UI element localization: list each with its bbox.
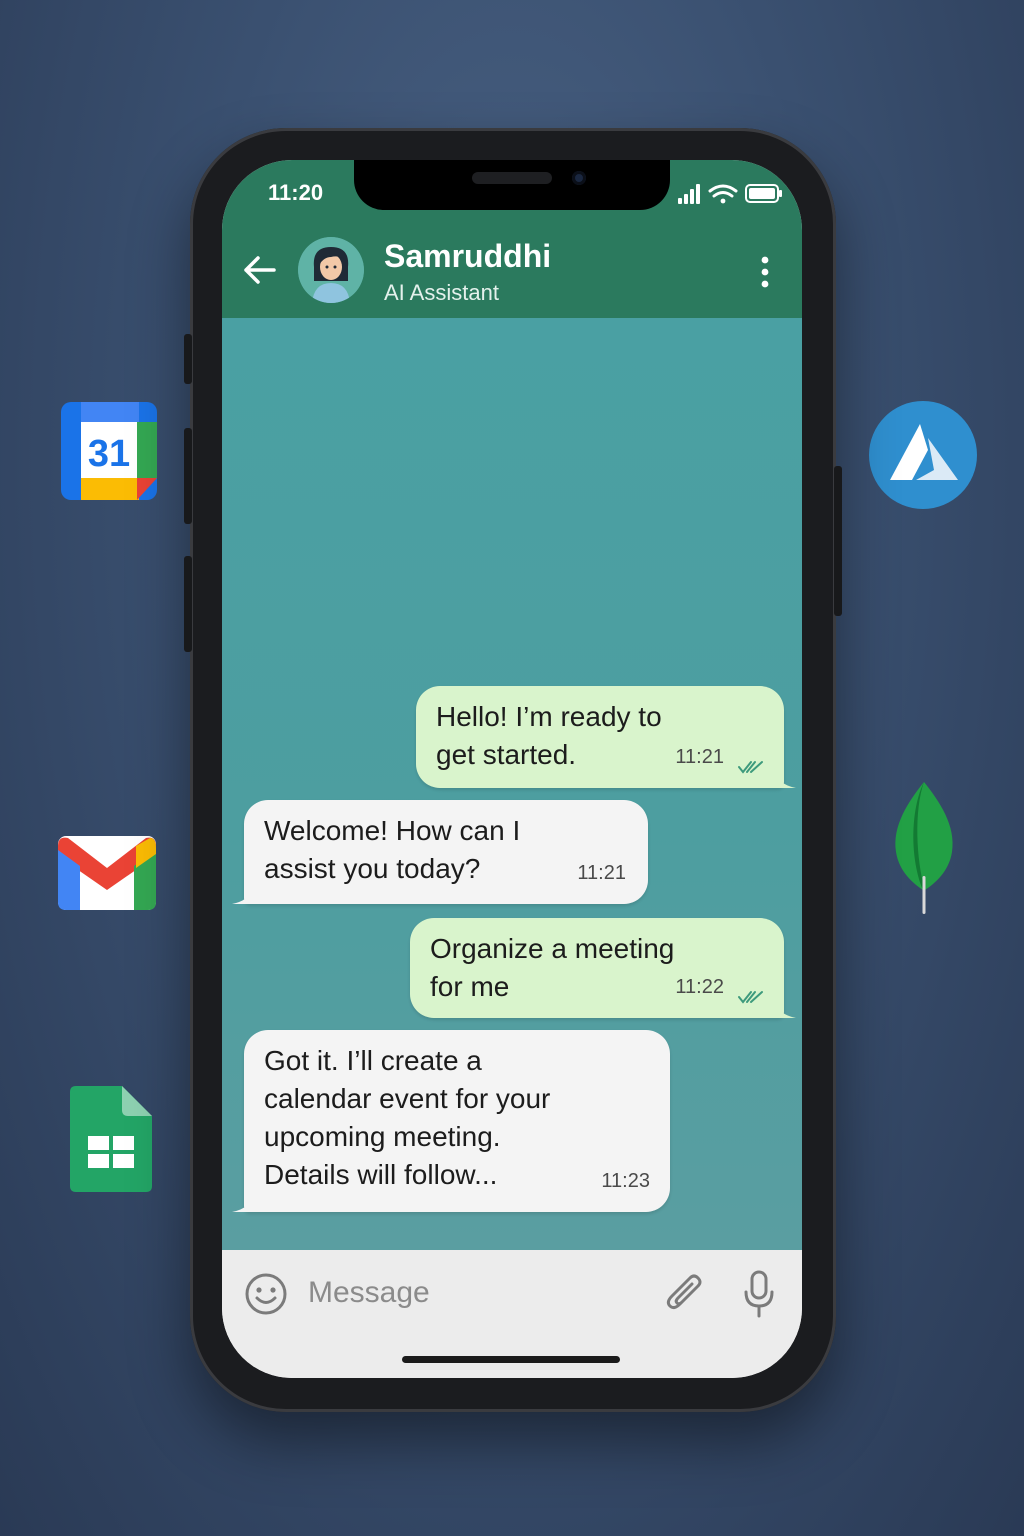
assistant-avatar-icon — [298, 237, 364, 303]
battery-icon — [745, 184, 782, 203]
message-timestamp: 11:21 — [577, 862, 626, 884]
message-text: Got it. I’ll create a calendar event for… — [264, 1045, 551, 1190]
message-composer — [222, 1250, 802, 1378]
volume-up-button — [184, 428, 192, 524]
power-button — [834, 466, 842, 616]
earpiece-speaker — [472, 172, 552, 184]
microphone-icon[interactable] — [742, 1270, 776, 1318]
message-input[interactable] — [306, 1270, 650, 1316]
contact-name[interactable]: Samruddhi — [384, 238, 551, 275]
mongodb-leaf-icon — [895, 782, 953, 914]
avatar[interactable] — [298, 237, 364, 303]
status-bar-time: 11:20 — [268, 180, 324, 205]
more-options-icon[interactable] — [750, 252, 780, 292]
bubble-tail — [774, 998, 796, 1018]
calendar-day-number: 31 — [88, 433, 130, 475]
emoji-icon[interactable] — [244, 1272, 288, 1316]
chat-message-area[interactable]: Hello! I’m ready to get started. 11:21 W… — [222, 318, 802, 1250]
front-camera — [572, 171, 586, 185]
message-timestamp: 11:23 — [601, 1170, 650, 1192]
incoming-message-bubble[interactable]: Welcome! How can I assist you today? 11:… — [232, 800, 648, 904]
read-receipt-icon — [738, 991, 763, 1004]
contact-status: AI Assistant — [384, 280, 499, 305]
bubble-tail — [232, 1192, 254, 1212]
google-calendar-icon: 31 — [61, 402, 157, 500]
paperclip-icon[interactable] — [666, 1272, 706, 1316]
wifi-icon — [708, 184, 738, 204]
status-bar-icons — [678, 184, 782, 204]
bubble-tail — [774, 768, 796, 788]
incoming-message-bubble[interactable]: Got it. I’ll create a calendar event for… — [232, 1030, 670, 1212]
bubble-tail — [232, 884, 254, 904]
signal-icon — [678, 184, 700, 204]
outgoing-message-bubble[interactable]: Hello! I’m ready to get started. 11:21 — [416, 686, 796, 788]
message-timestamp: 11:22 — [675, 976, 724, 998]
mute-switch — [184, 334, 192, 384]
volume-down-button — [184, 556, 192, 652]
message-text: Welcome! How can I assist you today? — [264, 815, 521, 884]
notch — [354, 160, 670, 210]
gmail-icon — [58, 836, 156, 910]
google-sheets-icon — [70, 1086, 152, 1192]
message-timestamp: 11:21 — [675, 746, 724, 768]
back-arrow-icon[interactable] — [240, 250, 280, 290]
phone-screen: 11:20 Samruddhi AI Assistant Hello! I’m … — [222, 160, 802, 1378]
read-receipt-icon — [738, 761, 763, 774]
azure-icon — [869, 401, 977, 509]
outgoing-message-bubble[interactable]: Organize a meeting for me 11:22 — [410, 918, 796, 1018]
home-indicator[interactable] — [402, 1356, 620, 1363]
